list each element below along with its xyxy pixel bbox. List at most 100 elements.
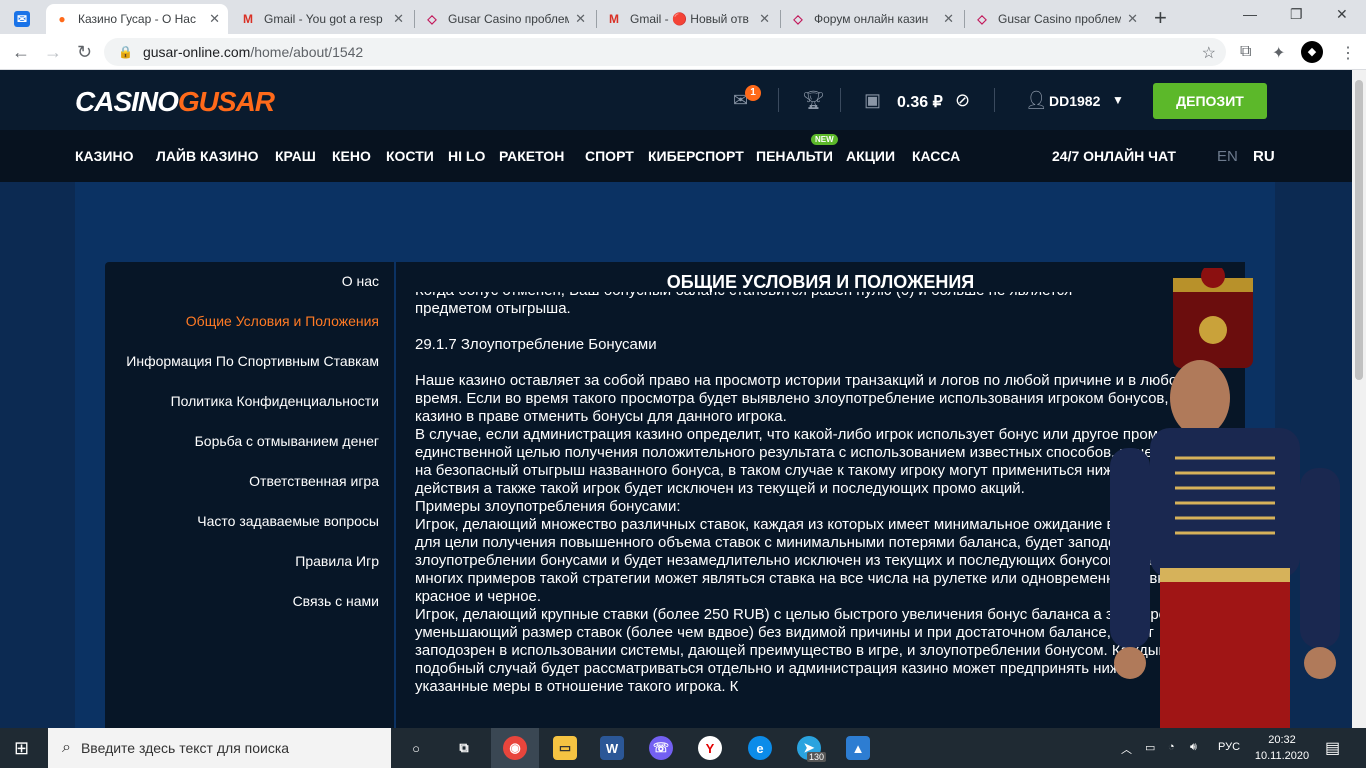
yandex-browser-icon[interactable]: Y [698, 736, 722, 760]
address-bar: ← → ↻ 🔒 gusar-online.com/home/about/1542… [0, 34, 1366, 70]
chrome-icon[interactable]: ◉ [503, 736, 527, 760]
casino-logo[interactable]: CASINOGUSAR [75, 86, 275, 118]
close-tab-icon[interactable]: ✕ [575, 11, 586, 27]
scrollbar-thumb[interactable] [1355, 80, 1363, 380]
close-tab-icon[interactable]: ✕ [1127, 11, 1138, 27]
photos-icon[interactable]: ▲ [846, 736, 870, 760]
nav-casino[interactable]: КАЗИНО [75, 148, 134, 164]
site-header: CASINOGUSAR ✉ 1 🏆︎ ▣ 0.36 ₽ ⊘ 👤︎ DD1982 … [0, 70, 1352, 130]
nav-crash[interactable]: КРАШ [275, 148, 316, 164]
tab-separator [964, 10, 965, 28]
sidebar-item-responsible[interactable]: Ответственная игра [249, 473, 379, 489]
taskbar-search-input[interactable]: ⌕ Введите здесь текст для поиска [48, 728, 391, 768]
gusar-favicon-icon: ● [58, 12, 66, 26]
deposit-button[interactable]: ДЕПОЗИТ [1153, 83, 1267, 119]
close-window-icon[interactable]: ✕ [1336, 6, 1348, 23]
tray-chevron-icon[interactable]: ︿ [1121, 741, 1132, 757]
clock-date: 10.11.2020 [1254, 750, 1310, 762]
sidebar-item-contact[interactable]: Связь с нами [293, 593, 379, 609]
sidebar-item-rules[interactable]: Правила Игр [295, 553, 379, 569]
file-explorer-icon[interactable]: ▭ [553, 736, 577, 760]
logo-text-gusar: GUSAR [177, 86, 275, 117]
battery-icon[interactable]: ▭ [1145, 741, 1155, 754]
tab-gmail-1[interactable]: M Gmail - You got a resp ✕ [232, 4, 412, 34]
nav-sport[interactable]: СПОРТ [585, 148, 634, 164]
maximize-icon[interactable]: ❐ [1290, 6, 1303, 23]
sidebar-item-terms[interactable]: Общие Условия и Положения [186, 313, 379, 329]
mail-count-badge: 1 [745, 85, 761, 101]
nav-live-casino[interactable]: ЛАЙВ КАЗИНО [156, 148, 258, 164]
url-host: gusar-online.com [142, 44, 251, 60]
bookmark-star-icon[interactable]: ☆ [1202, 43, 1216, 63]
sidebar-item-about[interactable]: О нас [342, 273, 379, 289]
nav-penalty[interactable]: ПЕНАЛЬТИ [756, 148, 833, 164]
tab-mail-app[interactable]: ✉ [6, 4, 40, 34]
divider [778, 88, 779, 112]
extension-icon[interactable]: ⧉ [1240, 43, 1251, 61]
minimize-icon[interactable]: — [1243, 6, 1257, 22]
live-chat-link[interactable]: 24/7 ОНЛАЙН ЧАТ [1052, 148, 1176, 164]
forum-favicon-icon: ◇ [793, 12, 803, 26]
tab-title: Gusar Casino проблем [448, 12, 570, 26]
viber-icon[interactable]: ☏ [649, 736, 673, 760]
windows-start-icon[interactable]: ⊞ [14, 738, 29, 759]
about-sidebar: О нас Общие Условия и Положения Информац… [105, 262, 394, 728]
paragraph: Наше казино оставляет за собой право на … [415, 372, 1186, 425]
nav-dice[interactable]: КОСТИ [386, 148, 434, 164]
menu-kebab-icon[interactable]: ⋮ [1340, 43, 1356, 63]
new-tab-icon[interactable]: + [1154, 5, 1167, 31]
nav-esports[interactable]: КИБЕРСПОРТ [648, 148, 744, 164]
sidebar-item-aml[interactable]: Борьба с отмыванием денег [195, 433, 379, 449]
paragraph: Когда бонус отменен, Ваш бонусный баланс… [415, 292, 1205, 300]
profile-avatar[interactable]: ◆ [1301, 41, 1323, 63]
page-scrollbar[interactable] [1352, 70, 1366, 728]
forward-icon[interactable]: → [44, 42, 62, 63]
input-language[interactable]: РУС [1218, 741, 1240, 753]
tab-gmail-2[interactable]: M Gmail - 🔴 Новый отв ✕ [598, 4, 778, 34]
sidebar-item-privacy[interactable]: Политика Конфиденциальности [171, 393, 379, 409]
windows-taskbar: ⊞ ⌕ Введите здесь текст для поиска ○ ⧉ ◉… [0, 728, 1366, 768]
tab-separator [780, 10, 781, 28]
lang-ru[interactable]: RU [1253, 148, 1275, 165]
close-tab-icon[interactable]: ✕ [759, 11, 770, 27]
tab-title: Gmail - 🔴 Новый отв [630, 12, 749, 26]
url-input[interactable]: 🔒 gusar-online.com/home/about/1542 ☆ [104, 38, 1226, 66]
tab-active[interactable]: ● Казино Гусар - О Нас ✕ [46, 4, 228, 34]
sidebar-item-faq[interactable]: Часто задаваемые вопросы [197, 513, 379, 529]
nav-cashier[interactable]: КАССА [912, 148, 960, 164]
wallet-icon[interactable]: ▣ [864, 90, 881, 111]
close-tab-icon[interactable]: ✕ [943, 11, 954, 27]
balance-value: 0.36 ₽ [897, 94, 943, 111]
tab-title: Gmail - You got a resp [264, 12, 383, 26]
nav-keno[interactable]: КЕНО [332, 148, 371, 164]
volume-icon[interactable]: 🔊︎ [1190, 741, 1197, 754]
lang-en[interactable]: EN [1217, 148, 1238, 165]
trophy-icon[interactable]: 🏆︎ [802, 90, 825, 111]
tab-forum-2[interactable]: ◇ Форум онлайн казин ✕ [782, 4, 962, 34]
sidebar-item-sports-info[interactable]: Информация По Спортивным Ставкам [126, 353, 379, 369]
word-icon[interactable]: W [600, 736, 624, 760]
logo-text-casino: CASINO [75, 86, 179, 117]
tab-forum-3[interactable]: ◇ Gusar Casino проблем ✕ [966, 4, 1146, 34]
system-clock[interactable]: 20:32 10.11.2020 [1252, 732, 1312, 764]
nav-promotions[interactable]: АКЦИИ [846, 148, 895, 164]
edge-icon[interactable]: e [748, 736, 772, 760]
chevron-down-icon[interactable]: ▼ [1112, 93, 1124, 107]
task-view-icon[interactable]: ⧉ [452, 736, 476, 760]
paragraph: Игрок, делающий множество различных став… [415, 516, 1195, 605]
tab-forum-1[interactable]: ◇ Gusar Casino проблем ✕ [416, 4, 594, 34]
cortana-icon[interactable]: ○ [404, 736, 428, 760]
nav-hilo[interactable]: HI LO [448, 148, 485, 164]
back-icon[interactable]: ← [12, 42, 30, 63]
close-tab-icon[interactable]: ✕ [393, 11, 404, 27]
extensions-puzzle-icon[interactable]: ✦ [1272, 43, 1285, 63]
wifi-icon[interactable]: ◔ [1168, 741, 1175, 753]
reload-icon[interactable]: ↻ [77, 42, 92, 63]
username[interactable]: DD1982 [1049, 93, 1100, 109]
notifications-icon[interactable]: ▤ [1325, 738, 1340, 758]
close-tab-icon[interactable]: ✕ [209, 11, 220, 27]
terms-text[interactable]: Когда бонус отменен, Ваш бонусный баланс… [415, 292, 1205, 728]
paragraph: Игрок, делающий крупные ставки (более 25… [415, 606, 1189, 695]
hide-balance-eye-icon[interactable]: ⊘ [955, 90, 970, 111]
nav-raketon[interactable]: РАКЕТОН [499, 148, 564, 164]
